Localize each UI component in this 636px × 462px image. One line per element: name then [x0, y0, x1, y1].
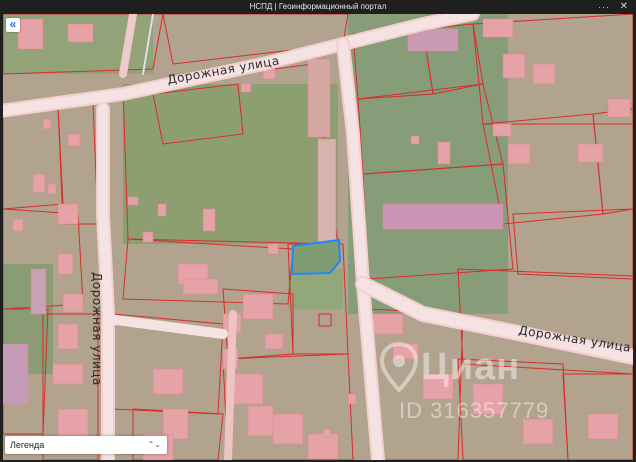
select-chevron-icon: ⌃⌄ — [147, 440, 161, 449]
window-title: НСПД | Геоинформационный портал — [249, 2, 387, 11]
watermark: Циан ID 316357779 — [379, 342, 599, 432]
location-pin-icon — [379, 342, 419, 392]
watermark-listing-id: ID 316357779 — [399, 398, 550, 423]
green-zone — [123, 84, 338, 244]
street-label: Дорожная улица — [90, 272, 104, 386]
green-zone — [288, 269, 343, 309]
legend-select[interactable]: Легенда ⌃⌄ — [5, 436, 167, 454]
close-icon[interactable]: ✕ — [620, 0, 628, 14]
watermark-brand: Циан — [421, 346, 521, 388]
selected-parcel[interactable] — [290, 238, 342, 276]
chevron-double-left-icon[interactable]: « — [6, 18, 20, 32]
map-canvas[interactable]: Дорожная улица Дорожная улица Дорожная у… — [3, 14, 633, 460]
legend-label: Легенда — [10, 440, 45, 450]
more-dots-icon[interactable]: ··· — [598, 0, 610, 14]
window-title-bar: НСПД | Геоинформационный портал ··· ✕ — [0, 0, 636, 14]
